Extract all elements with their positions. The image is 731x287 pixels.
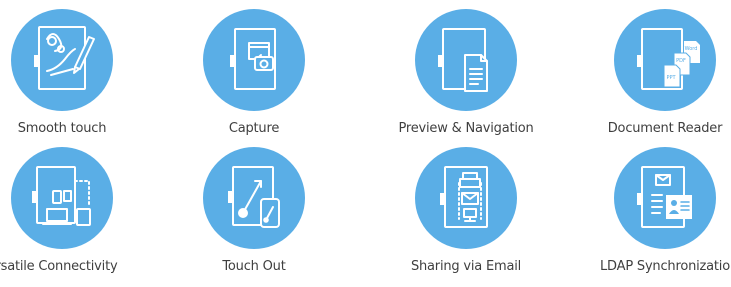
feature-sharing-via-email: Sharing via Email bbox=[376, 147, 556, 287]
feature-label: Smooth touch bbox=[17, 121, 107, 136]
versatile-connectivity-icon bbox=[11, 147, 113, 249]
feature-label: LDAP Synchronization bbox=[600, 259, 731, 274]
feature-document-reader: Word PDF PPT Document Reader bbox=[575, 9, 731, 149]
document-reader-icon: Word PDF PPT bbox=[614, 9, 716, 111]
feature-label: Touch Out bbox=[222, 259, 286, 274]
doc-label-ppt: PPT bbox=[666, 75, 676, 81]
touch-out-icon bbox=[203, 147, 305, 249]
feature-label: Preview & Navigation bbox=[398, 121, 534, 136]
doc-label-pdf: PDF bbox=[676, 58, 686, 64]
feature-label: Document Reader bbox=[607, 121, 723, 136]
feature-touch-out: Touch Out bbox=[164, 147, 344, 287]
feature-ldap-synchronization: LDAP Synchronization bbox=[575, 147, 731, 287]
feature-label: Versatile Connectivity bbox=[0, 259, 118, 274]
sharing-via-email-icon bbox=[415, 147, 517, 249]
feature-label: Capture bbox=[228, 121, 280, 136]
ldap-synchronization-icon bbox=[614, 147, 716, 249]
doc-label-word: Word bbox=[685, 46, 698, 52]
feature-preview-navigation: Preview & Navigation bbox=[376, 9, 556, 149]
feature-label: Sharing via Email bbox=[410, 259, 522, 274]
smooth-touch-icon bbox=[11, 9, 113, 111]
capture-icon bbox=[203, 9, 305, 111]
feature-smooth-touch: Smooth touch bbox=[0, 9, 152, 149]
preview-navigation-icon bbox=[415, 9, 517, 111]
feature-capture: Capture bbox=[164, 9, 344, 149]
feature-versatile-connectivity: Versatile Connectivity bbox=[0, 147, 152, 287]
